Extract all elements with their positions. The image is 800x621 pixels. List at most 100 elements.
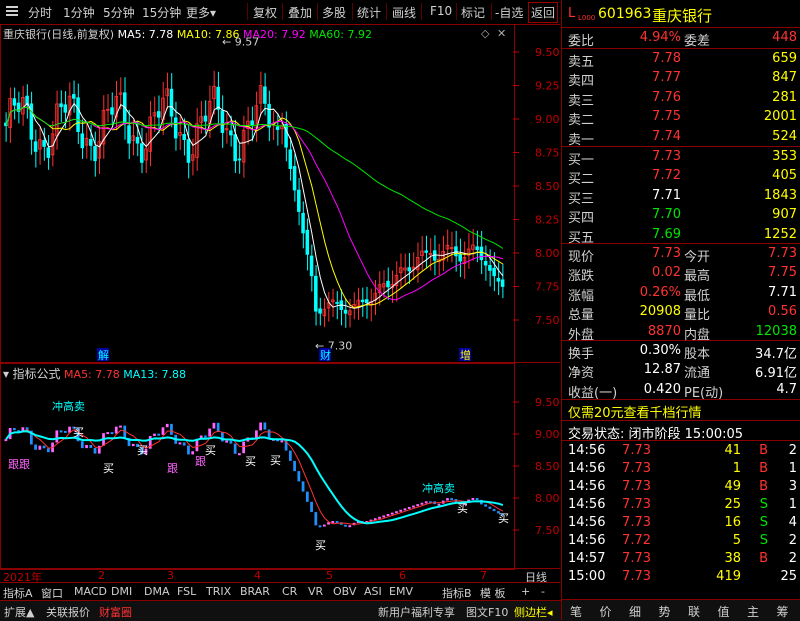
tick-time: 14:56 — [568, 443, 606, 458]
stat-value: 8870 — [647, 323, 681, 339]
indicator-tab[interactable]: BRAR — [240, 585, 270, 598]
indicator-bar — [89, 445, 93, 448]
sell-signal: 冲高卖 — [422, 481, 455, 495]
diejia-button[interactable]: 叠加 — [288, 4, 312, 21]
indicator-tab[interactable]: MACD — [74, 585, 107, 598]
indicator-bar — [106, 432, 110, 435]
tick-side: S — [759, 497, 768, 512]
quote-tab[interactable]: 细 — [629, 603, 641, 620]
quote-tab[interactable]: 势 — [659, 603, 671, 620]
indicator-tab[interactable]: 指标A — [3, 585, 33, 601]
bid-price: 7.69 — [652, 226, 681, 242]
candle-body — [237, 158, 242, 161]
indicator-bar — [263, 422, 267, 430]
event-marker[interactable]: 解 — [98, 348, 109, 362]
indicator-bar — [161, 427, 165, 435]
indicator-bar — [348, 525, 352, 528]
tab-5min[interactable]: 5分钟 — [103, 4, 135, 21]
biaoji-button[interactable]: 标记 — [461, 4, 485, 21]
tab-1min[interactable]: 1分钟 — [63, 4, 95, 21]
indicator-bar — [305, 491, 309, 502]
indicator-tab[interactable]: 窗口 — [41, 585, 63, 601]
ask-row[interactable]: 卖二 7.75 2001 — [562, 108, 800, 128]
candle-body — [233, 134, 237, 162]
menu-icon[interactable] — [6, 5, 18, 17]
candle-body — [229, 130, 233, 136]
ask-price: 7.75 — [652, 109, 681, 125]
bid-row[interactable]: 买三 7.71 1843 — [562, 187, 800, 207]
new-user-promo-link[interactable]: 新用户福利专享 — [378, 604, 455, 620]
indicator-tab[interactable]: CR — [282, 585, 297, 598]
indicator-tab[interactable]: 模 板 — [480, 585, 506, 601]
stat-label: 今开 — [684, 250, 711, 265]
tab-more[interactable]: 更多▾ — [186, 4, 216, 21]
tab-fenshi[interactable]: 分时 — [28, 4, 52, 21]
ask-row[interactable]: 卖四 7.77 847 — [562, 69, 800, 89]
f10-text-button[interactable]: 图文F10 — [466, 604, 508, 620]
f10-button[interactable]: F10 — [430, 4, 452, 18]
bid-row[interactable]: 买一 7.73 353 — [562, 148, 800, 168]
tongji-button[interactable]: 统计 — [357, 4, 381, 21]
indicator-tab[interactable]: + — [521, 585, 530, 598]
follow-signal: 跟 — [167, 462, 178, 475]
indicator-bar — [412, 505, 415, 508]
bid-row[interactable]: 买二 7.72 405 — [562, 167, 800, 187]
indicator-tab[interactable]: DMA — [144, 585, 170, 598]
indicator-bar — [153, 433, 156, 436]
quote-tab-bar: 笔 价细 势联 值主 筹 — [562, 599, 800, 621]
indicator-tab[interactable]: FSL — [177, 585, 196, 598]
quote-tab[interactable]: 笔 — [570, 603, 582, 620]
signal-mark: 买 — [137, 444, 148, 457]
back-button[interactable]: 返回 — [528, 2, 559, 23]
event-marker[interactable]: 增 — [460, 348, 471, 362]
y-tick-label: 8.00 — [535, 492, 560, 505]
quote-tab[interactable]: 主 — [747, 603, 759, 620]
fuquan-button[interactable]: 复权 — [253, 4, 277, 21]
bid-volume: 353 — [772, 149, 797, 164]
indicator-tab[interactable]: OBV — [333, 585, 356, 598]
quote-tab[interactable]: 价 — [600, 603, 612, 620]
candle-body — [275, 126, 280, 130]
tick-time: 14:56 — [568, 497, 606, 512]
promo-text[interactable]: 仅需20元查看千档行情 — [568, 402, 702, 421]
wealth-circle-button[interactable]: 财富圈 — [99, 604, 132, 620]
related-quotes-button[interactable]: 关联报价 — [46, 604, 90, 620]
quote-tab[interactable]: 联 — [688, 603, 700, 620]
tick-count: 3 — [788, 479, 797, 494]
indicator-tab[interactable]: VR — [308, 585, 323, 598]
weicha-value: 448 — [772, 30, 797, 45]
tick-row: 14:56 7.73 25 S 1 — [562, 496, 800, 515]
bid-row[interactable]: 买四 7.70 907 — [562, 206, 800, 226]
ask-row[interactable]: 卖一 7.74 524 — [562, 128, 800, 148]
tab-15min[interactable]: 15分钟 — [142, 4, 181, 21]
ask-label: 卖三 — [568, 93, 595, 109]
indicator-bar — [301, 481, 305, 492]
indicator-bar — [178, 442, 182, 445]
quote-tab[interactable]: 筹 — [777, 603, 789, 620]
candle-body — [364, 299, 369, 304]
tab-more-label: 更多 — [186, 6, 211, 20]
weicha-label: 委差 — [684, 34, 711, 49]
candle-body — [156, 111, 161, 118]
duogu-button[interactable]: 多股 — [322, 4, 346, 21]
indicator-tab[interactable]: TRIX — [206, 585, 231, 598]
indicator-bar — [437, 503, 441, 506]
huaxian-button[interactable]: 画线 — [392, 4, 416, 21]
sidebar-toggle[interactable]: 侧边栏◂ — [514, 604, 553, 620]
indicator-tab[interactable]: DMI — [111, 585, 132, 598]
promo-banner[interactable]: 仅需20元查看千档行情 — [562, 401, 800, 421]
candle-body — [318, 308, 322, 314]
quote-tab[interactable]: 值 — [718, 603, 730, 620]
indicator-tab[interactable]: 指标B — [442, 585, 472, 601]
ask-row[interactable]: 卖五 7.78 659 — [562, 50, 800, 70]
indicator-tab[interactable]: ASI — [364, 585, 382, 598]
expand-button[interactable]: 扩展▲ — [4, 604, 34, 620]
indicator-tab[interactable]: - — [541, 585, 545, 598]
indicator-bar — [204, 435, 207, 438]
weibi-value: 4.94% — [639, 30, 681, 45]
bid-row[interactable]: 买五 7.69 1252 — [562, 226, 800, 246]
indicator-tab[interactable]: EMV — [389, 585, 413, 598]
ask-row[interactable]: 卖三 7.76 281 — [562, 89, 800, 109]
event-marker[interactable]: 财 — [320, 348, 331, 362]
remove-watchlist-button[interactable]: -自选 — [495, 4, 523, 21]
